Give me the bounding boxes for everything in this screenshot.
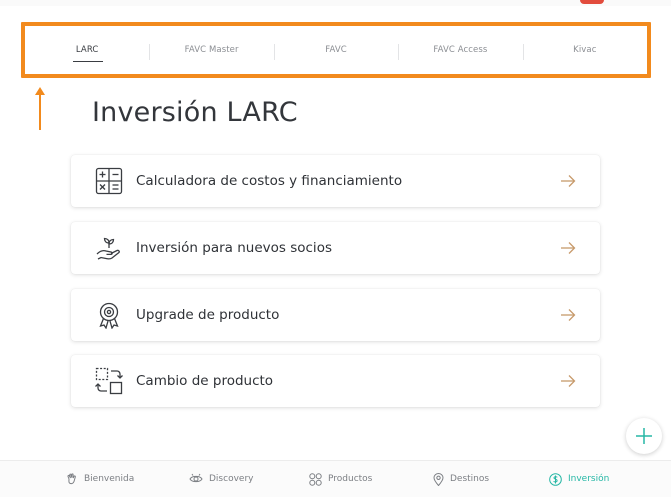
card-new-partners[interactable]: Inversión para nuevos socios bbox=[71, 222, 600, 274]
award-medal-icon bbox=[99, 302, 119, 329]
nav-item-destinos[interactable]: Destinos bbox=[433, 461, 489, 497]
card-product-upgrade[interactable]: Upgrade de producto bbox=[71, 289, 600, 341]
map-pin-icon bbox=[433, 472, 444, 486]
arrow-right-icon bbox=[561, 309, 576, 321]
nav-item-inversion[interactable]: Inversión bbox=[549, 461, 609, 497]
wave-hand-icon bbox=[67, 473, 76, 485]
arrow-right-icon bbox=[561, 375, 576, 387]
card-product-change[interactable]: Cambio de producto bbox=[71, 355, 600, 407]
tab-favc-master[interactable]: FAVC Master bbox=[149, 26, 273, 74]
grid-icon bbox=[309, 472, 322, 486]
tab-favc[interactable]: FAVC bbox=[273, 26, 398, 74]
notification-badge bbox=[580, 0, 604, 4]
tab-larc[interactable]: LARC bbox=[25, 26, 149, 74]
swap-boxes-icon bbox=[95, 367, 123, 395]
hand-plant-icon bbox=[96, 237, 120, 260]
card-label: Inversión para nuevos socios bbox=[136, 240, 332, 256]
card-label: Calculadora de costos y financiamiento bbox=[136, 173, 403, 189]
product-tab-bar: LARC FAVC Master FAVC FAVC Access Kivac bbox=[21, 22, 651, 78]
dollar-circle-icon bbox=[549, 472, 562, 486]
arrow-right-icon bbox=[561, 242, 576, 254]
card-cost-calculator[interactable]: Calculadora de costos y financiamiento bbox=[71, 155, 600, 207]
card-label: Upgrade de producto bbox=[136, 307, 280, 323]
nav-label: Bienvenida bbox=[84, 474, 135, 484]
status-strip bbox=[0, 0, 671, 6]
bottom-navigation: Bienvenida Discovery Productos Destinos … bbox=[0, 460, 671, 497]
arrow-right-icon bbox=[561, 175, 576, 187]
nav-label: Discovery bbox=[209, 474, 254, 484]
nav-item-discovery[interactable]: Discovery bbox=[189, 461, 253, 497]
plus-icon bbox=[636, 428, 652, 444]
nav-label: Productos bbox=[328, 474, 373, 484]
page-title: Inversión LARC bbox=[92, 97, 298, 128]
add-button[interactable] bbox=[626, 418, 662, 454]
up-arrow-annotation-icon bbox=[35, 87, 45, 130]
nav-label: Inversión bbox=[568, 474, 610, 484]
eye-icon bbox=[189, 473, 203, 483]
tab-favc-access[interactable]: FAVC Access bbox=[398, 26, 522, 74]
nav-item-bienvenida[interactable]: Bienvenida bbox=[66, 461, 134, 497]
nav-label: Destinos bbox=[450, 474, 490, 484]
tab-kivac[interactable]: Kivac bbox=[522, 26, 647, 74]
calculator-icon bbox=[95, 167, 123, 195]
nav-item-productos[interactable]: Productos bbox=[309, 461, 372, 497]
card-label: Cambio de producto bbox=[136, 373, 274, 389]
